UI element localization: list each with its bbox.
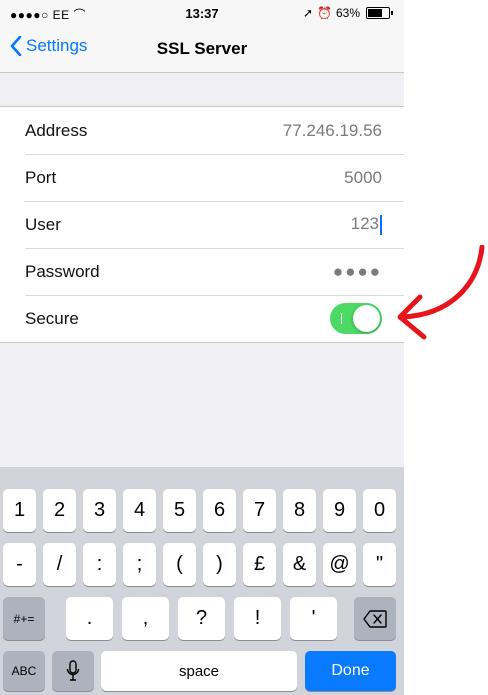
address-row[interactable]: Address 77.246.19.56 [0, 107, 404, 154]
key-dictation[interactable] [52, 651, 94, 691]
numeric-keyboard: 1 2 3 4 5 6 7 8 9 0 - / : ; ( ) £ & @ " … [0, 467, 404, 695]
key-period[interactable]: . [66, 597, 113, 640]
key-hyphen[interactable]: - [3, 543, 36, 586]
address-field[interactable]: 77.246.19.56 [283, 121, 382, 141]
key-4[interactable]: 4 [123, 489, 156, 532]
text-cursor [380, 214, 382, 235]
key-2[interactable]: 2 [43, 489, 76, 532]
key-backspace[interactable] [354, 597, 396, 640]
key-open-paren[interactable]: ( [163, 543, 196, 586]
key-quote[interactable]: " [363, 543, 396, 586]
key-8[interactable]: 8 [283, 489, 316, 532]
key-exclamation[interactable]: ! [234, 597, 281, 640]
key-space[interactable]: space [101, 651, 297, 691]
toggle-on-mark [341, 313, 342, 324]
key-1[interactable]: 1 [3, 489, 36, 532]
alarm-icon: ⏰ [317, 6, 332, 20]
backspace-icon [363, 609, 387, 628]
key-colon[interactable]: : [83, 543, 116, 586]
key-question[interactable]: ? [178, 597, 225, 640]
key-done[interactable]: Done [305, 651, 396, 691]
location-icon: ➚ [302, 6, 314, 20]
navigation-bar: Settings SSL Server [0, 26, 404, 73]
password-row[interactable]: Password ●●●● [0, 248, 404, 295]
microphone-icon [66, 660, 80, 681]
key-slash[interactable]: / [43, 543, 76, 586]
key-5[interactable]: 5 [163, 489, 196, 532]
status-right: ➚ ⏰ 63% [302, 6, 393, 20]
user-row[interactable]: User 123 [0, 201, 404, 248]
key-6[interactable]: 6 [203, 489, 236, 532]
key-pound[interactable]: £ [243, 543, 276, 586]
port-label: Port [25, 167, 57, 187]
key-semicolon[interactable]: ; [123, 543, 156, 586]
battery-icon [366, 7, 393, 19]
key-7[interactable]: 7 [243, 489, 276, 532]
port-field[interactable]: 5000 [344, 168, 382, 188]
password-field[interactable]: ●●●● [333, 262, 382, 282]
address-label: Address [25, 120, 88, 140]
key-ampersand[interactable]: & [283, 543, 316, 586]
key-3[interactable]: 3 [83, 489, 116, 532]
secure-row: Secure [0, 295, 404, 342]
key-comma[interactable]: , [122, 597, 169, 640]
password-label: Password [25, 261, 100, 281]
port-row[interactable]: Port 5000 [0, 154, 404, 201]
secure-label: Secure [25, 308, 79, 328]
key-9[interactable]: 9 [323, 489, 356, 532]
user-value: 123 [350, 214, 379, 234]
phone-screen: ●●●●○ EE ⌒ 13:37 ➚ ⏰ 63% Settings SSL Se… [0, 0, 404, 695]
user-label: User [25, 214, 61, 234]
key-apostrophe[interactable]: ' [290, 597, 337, 640]
battery-percent: 63% [335, 6, 360, 20]
user-field[interactable]: 123 [351, 214, 382, 235]
page-title: SSL Server [156, 39, 248, 58]
red-arrow-annotation [397, 245, 485, 340]
key-abc[interactable]: ABC [3, 651, 45, 691]
key-symbols-toggle[interactable]: #+= [3, 597, 45, 640]
toggle-knob [353, 305, 380, 332]
secure-toggle[interactable] [330, 303, 382, 334]
key-close-paren[interactable]: ) [203, 543, 236, 586]
key-0[interactable]: 0 [363, 489, 396, 532]
key-at[interactable]: @ [323, 543, 356, 586]
status-bar: ●●●●○ EE ⌒ 13:37 ➚ ⏰ 63% [0, 0, 404, 26]
settings-table: Address 77.246.19.56 Port 5000 User 123 … [0, 106, 404, 343]
